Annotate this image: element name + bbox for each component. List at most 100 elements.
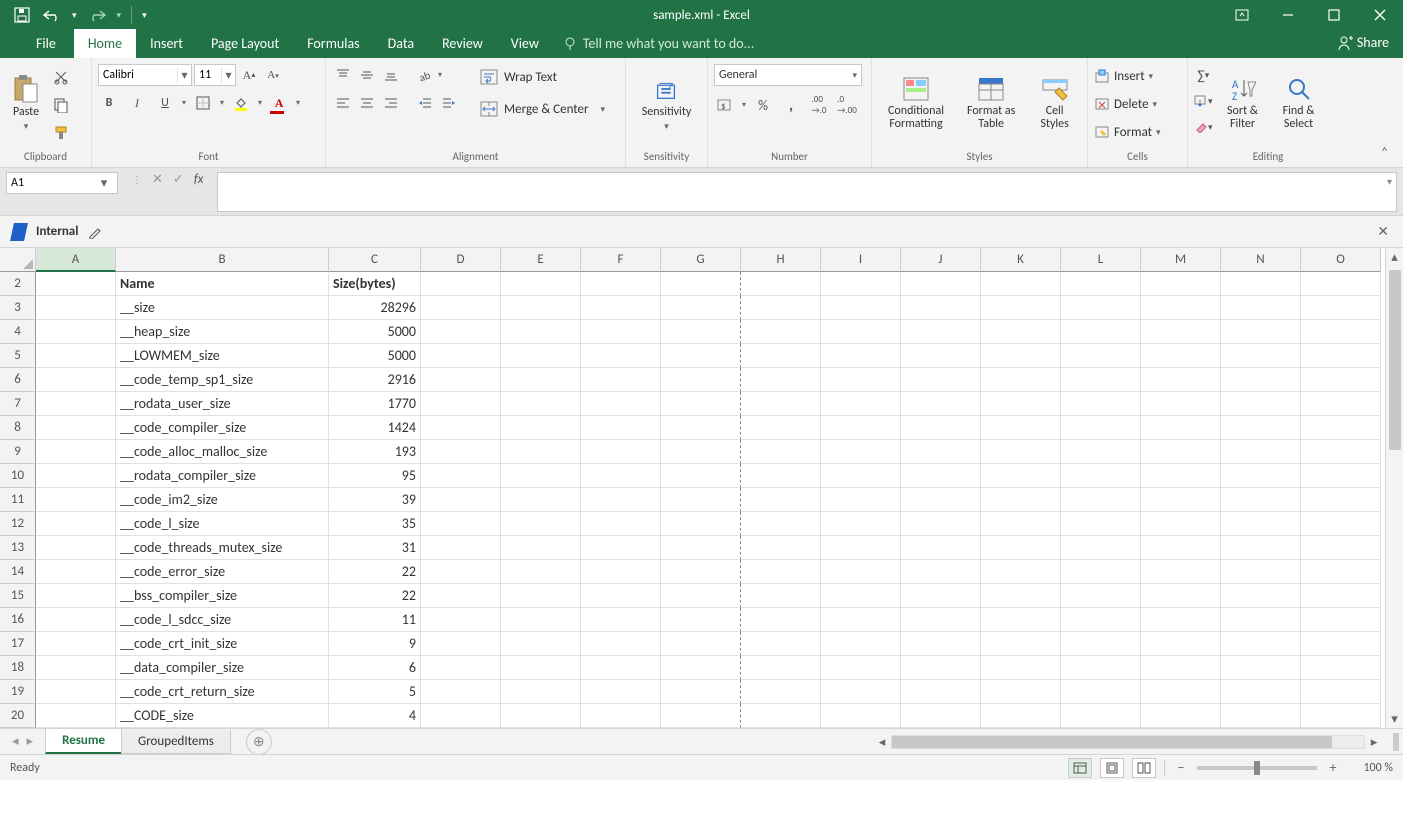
cell-M14[interactable]	[1141, 560, 1221, 584]
cell-G7[interactable]	[661, 392, 741, 416]
cell-F10[interactable]	[581, 464, 661, 488]
autosum-icon[interactable]: ∑ ▾	[1194, 64, 1213, 86]
sheet-nav-prev-icon[interactable]: ◂	[12, 734, 19, 749]
align-left-icon[interactable]	[332, 92, 354, 114]
cell-F11[interactable]	[581, 488, 661, 512]
cell-G18[interactable]	[661, 656, 741, 680]
borders-dropdown-icon[interactable]: ▾	[220, 98, 224, 108]
cell-N7[interactable]	[1221, 392, 1301, 416]
cell-C16[interactable]: 11	[329, 608, 421, 632]
row-header-12[interactable]: 12	[0, 512, 36, 536]
sheet-nav-next-icon[interactable]: ▸	[27, 734, 34, 749]
cell-K14[interactable]	[981, 560, 1061, 584]
accounting-format-icon[interactable]: $	[714, 94, 736, 116]
cell-J12[interactable]	[901, 512, 981, 536]
column-header-G[interactable]: G	[661, 248, 741, 272]
fill-dropdown-icon[interactable]: ▾	[258, 98, 262, 108]
row-header-15[interactable]: 15	[0, 584, 36, 608]
cell-J9[interactable]	[901, 440, 981, 464]
decrease-indent-icon[interactable]	[414, 92, 436, 114]
zoom-out-icon[interactable]: −	[1173, 759, 1189, 776]
cell-O6[interactable]	[1301, 368, 1381, 392]
clear-icon[interactable]: ▾	[1194, 116, 1213, 138]
cell-C19[interactable]: 5	[329, 680, 421, 704]
cell-M17[interactable]	[1141, 632, 1221, 656]
cell-N18[interactable]	[1221, 656, 1301, 680]
cell-L19[interactable]	[1061, 680, 1141, 704]
close-classification-icon[interactable]: ✕	[1377, 223, 1389, 240]
cell-A19[interactable]	[36, 680, 116, 704]
cell-G11[interactable]	[661, 488, 741, 512]
cell-E7[interactable]	[501, 392, 581, 416]
cell-G2[interactable]	[661, 272, 741, 296]
cell-E16[interactable]	[501, 608, 581, 632]
align-right-icon[interactable]	[380, 92, 402, 114]
cell-F12[interactable]	[581, 512, 661, 536]
cell-G3[interactable]	[661, 296, 741, 320]
find-select-button[interactable]: Find & Select	[1273, 62, 1325, 144]
cell-K11[interactable]	[981, 488, 1061, 512]
cell-B6[interactable]: __code_temp_sp1_size	[116, 368, 329, 392]
align-bottom-icon[interactable]	[380, 64, 402, 86]
cell-L18[interactable]	[1061, 656, 1141, 680]
column-header-I[interactable]: I	[821, 248, 901, 272]
cell-J5[interactable]	[901, 344, 981, 368]
cell-H13[interactable]	[741, 536, 821, 560]
cell-F18[interactable]	[581, 656, 661, 680]
row-header-11[interactable]: 11	[0, 488, 36, 512]
cell-K10[interactable]	[981, 464, 1061, 488]
cell-C13[interactable]: 31	[329, 536, 421, 560]
cell-F8[interactable]	[581, 416, 661, 440]
cell-E15[interactable]	[501, 584, 581, 608]
cell-N20[interactable]	[1221, 704, 1301, 728]
decrease-font-size-icon[interactable]: A▾	[262, 64, 284, 86]
cell-H20[interactable]	[741, 704, 821, 728]
cell-J8[interactable]	[901, 416, 981, 440]
cell-M12[interactable]	[1141, 512, 1221, 536]
cell-F19[interactable]	[581, 680, 661, 704]
cell-F15[interactable]	[581, 584, 661, 608]
redo-icon[interactable]	[87, 5, 107, 25]
bold-button[interactable]: B	[98, 92, 120, 114]
cell-K19[interactable]	[981, 680, 1061, 704]
cell-F14[interactable]	[581, 560, 661, 584]
cell-O16[interactable]	[1301, 608, 1381, 632]
name-box[interactable]: ▾	[6, 172, 118, 194]
cell-O5[interactable]	[1301, 344, 1381, 368]
column-header-D[interactable]: D	[421, 248, 501, 272]
cell-A8[interactable]	[36, 416, 116, 440]
cell-O10[interactable]	[1301, 464, 1381, 488]
cell-F9[interactable]	[581, 440, 661, 464]
cell-O15[interactable]	[1301, 584, 1381, 608]
cell-N14[interactable]	[1221, 560, 1301, 584]
normal-view-icon[interactable]	[1068, 758, 1092, 778]
cell-H17[interactable]	[741, 632, 821, 656]
cell-A15[interactable]	[36, 584, 116, 608]
cell-E5[interactable]	[501, 344, 581, 368]
cell-O13[interactable]	[1301, 536, 1381, 560]
cell-I16[interactable]	[821, 608, 901, 632]
cell-K6[interactable]	[981, 368, 1061, 392]
cell-B10[interactable]: __rodata_compiler_size	[116, 464, 329, 488]
column-header-E[interactable]: E	[501, 248, 581, 272]
cell-A2[interactable]	[36, 272, 116, 296]
wrap-text-button[interactable]: Wrap Text	[472, 64, 613, 90]
cell-A10[interactable]	[36, 464, 116, 488]
row-header-13[interactable]: 13	[0, 536, 36, 560]
cell-K17[interactable]	[981, 632, 1061, 656]
cell-C7[interactable]: 1770	[329, 392, 421, 416]
cell-G20[interactable]	[661, 704, 741, 728]
cell-A16[interactable]	[36, 608, 116, 632]
cell-D12[interactable]	[421, 512, 501, 536]
increase-decimal-icon[interactable]: .00→.0	[808, 94, 830, 116]
row-header-16[interactable]: 16	[0, 608, 36, 632]
cell-N6[interactable]	[1221, 368, 1301, 392]
cell-B14[interactable]: __code_error_size	[116, 560, 329, 584]
cell-M5[interactable]	[1141, 344, 1221, 368]
cell-E8[interactable]	[501, 416, 581, 440]
cell-B13[interactable]: __code_threads_mutex_size	[116, 536, 329, 560]
cell-G17[interactable]	[661, 632, 741, 656]
number-format-combo[interactable]: General ▾	[714, 64, 862, 86]
cell-D18[interactable]	[421, 656, 501, 680]
cell-E14[interactable]	[501, 560, 581, 584]
